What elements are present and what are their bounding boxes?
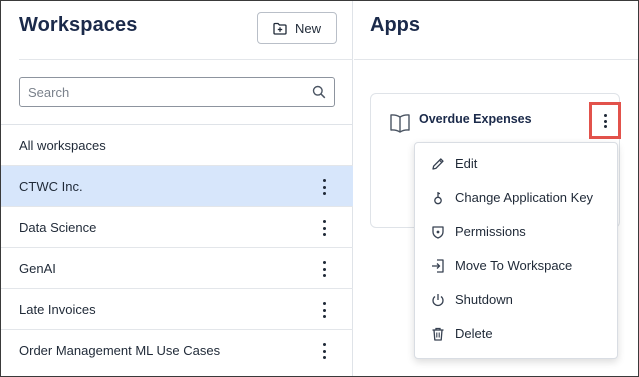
new-workspace-button[interactable]: New	[257, 12, 337, 44]
menu-item-label: Permissions	[455, 224, 526, 239]
workspace-item-all[interactable]: All workspaces	[1, 125, 353, 166]
header-divider	[19, 59, 353, 60]
menu-item-label: Delete	[455, 326, 493, 341]
menu-item-change-key[interactable]: Change Application Key	[415, 183, 619, 213]
menu-item-shutdown[interactable]: Shutdown	[415, 285, 619, 315]
workspace-item-label: All workspaces	[19, 138, 106, 153]
menu-item-label: Edit	[455, 156, 478, 171]
pencil-icon	[430, 156, 446, 172]
search-input[interactable]	[28, 78, 308, 106]
more-options-icon[interactable]	[321, 343, 327, 359]
workspace-item-label: Late Invoices	[19, 302, 96, 317]
workspace-item-label: Order Management ML Use Cases	[19, 343, 221, 358]
move-icon	[430, 258, 446, 274]
menu-item-edit[interactable]: Edit	[415, 149, 619, 179]
app-context-menu: Edit Change Application Key Permissions	[414, 142, 618, 359]
menu-item-move-to-workspace[interactable]: Move To Workspace	[415, 251, 619, 281]
workspace-item-order-management[interactable]: Order Management ML Use Cases	[1, 330, 353, 371]
workspace-item-label: Data Science	[19, 220, 97, 235]
app-more-options-button[interactable]	[589, 102, 621, 139]
new-button-label: New	[294, 20, 321, 36]
workspace-item-label: CTWC Inc.	[19, 179, 83, 194]
apps-title: Apps	[370, 14, 420, 36]
more-options-icon[interactable]	[321, 302, 327, 318]
workspace-item-late-invoices[interactable]: Late Invoices	[1, 289, 353, 330]
shield-icon	[430, 224, 446, 240]
key-icon	[430, 190, 446, 206]
menu-item-label: Shutdown	[455, 292, 513, 307]
new-folder-icon	[273, 22, 287, 35]
menu-item-delete[interactable]: Delete	[415, 319, 619, 349]
more-options-icon[interactable]	[321, 220, 327, 236]
workspaces-title: Workspaces	[19, 14, 138, 36]
workspace-item-data-science[interactable]: Data Science	[1, 207, 353, 248]
app-name: Overdue Expenses	[419, 112, 532, 126]
workspace-item-genai[interactable]: GenAI	[1, 248, 353, 289]
more-options-icon[interactable]	[321, 261, 327, 277]
trash-icon	[430, 326, 446, 342]
book-icon	[389, 113, 411, 138]
menu-item-label: Move To Workspace	[455, 258, 573, 273]
more-options-icon	[603, 114, 607, 128]
apps-header-divider	[354, 59, 638, 60]
search-box	[19, 77, 335, 107]
search-icon[interactable]	[312, 85, 326, 104]
menu-item-permissions[interactable]: Permissions	[415, 217, 619, 247]
power-icon	[430, 292, 446, 308]
workspace-item-ctwc[interactable]: CTWC Inc.	[1, 166, 353, 207]
more-options-icon[interactable]	[321, 179, 327, 195]
workspace-item-label: GenAI	[19, 261, 56, 276]
menu-item-label: Change Application Key	[455, 190, 594, 205]
